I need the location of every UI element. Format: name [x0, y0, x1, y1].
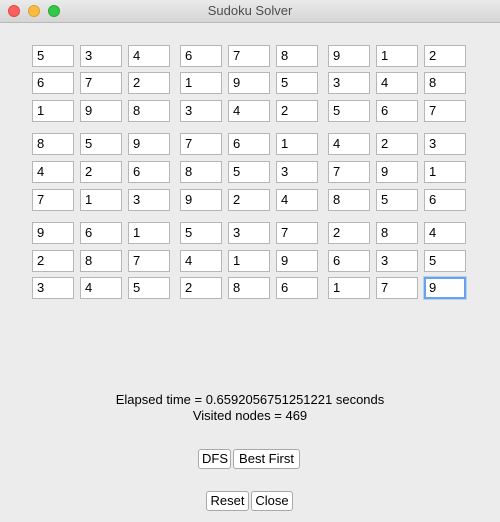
sudoku-cell-r7-c3[interactable]: 1 [128, 222, 170, 244]
sudoku-cell-r2-c3[interactable]: 2 [128, 72, 170, 94]
sudoku-cell-r2-c8[interactable]: 4 [376, 72, 418, 94]
close-button[interactable]: Close [251, 491, 293, 511]
sudoku-cell-r9-c1[interactable]: 3 [32, 277, 74, 299]
sudoku-cell-r6-c7[interactable]: 8 [328, 189, 370, 211]
sudoku-cell-r8-c1[interactable]: 2 [32, 250, 74, 272]
window-title: Sudoku Solver [207, 3, 293, 18]
sudoku-cell-r5-c8[interactable]: 9 [376, 161, 418, 183]
sudoku-cell-r6-c2[interactable]: 1 [80, 189, 122, 211]
sudoku-cell-r3-c3[interactable]: 8 [128, 100, 170, 122]
sudoku-cell-r3-c7[interactable]: 5 [328, 100, 370, 122]
sudoku-cell-r5-c3[interactable]: 6 [128, 161, 170, 183]
sudoku-cell-r4-c1[interactable]: 8 [32, 133, 74, 155]
sudoku-cell-r9-c4[interactable]: 2 [180, 277, 222, 299]
sudoku-cell-r9-c2[interactable]: 4 [80, 277, 122, 299]
sudoku-cell-r8-c6[interactable]: 9 [276, 250, 318, 272]
sudoku-cell-r8-c9[interactable]: 5 [424, 250, 466, 272]
sudoku-cell-r2-c9[interactable]: 8 [424, 72, 466, 94]
sudoku-cell-r6-c1[interactable]: 7 [32, 189, 74, 211]
sudoku-cell-r9-c6[interactable]: 6 [276, 277, 318, 299]
sudoku-cell-r3-c5[interactable]: 4 [228, 100, 270, 122]
sudoku-cell-r4-c7[interactable]: 4 [328, 133, 370, 155]
sudoku-cell-r4-c4[interactable]: 7 [180, 133, 222, 155]
sudoku-cell-r9-c9[interactable]: 9 [424, 277, 466, 299]
sudoku-cell-r3-c1[interactable]: 1 [32, 100, 74, 122]
sudoku-cell-r3-c6[interactable]: 2 [276, 100, 318, 122]
sudoku-cell-r7-c1[interactable]: 9 [32, 222, 74, 244]
sudoku-cell-r5-c9[interactable]: 1 [424, 161, 466, 183]
sudoku-cell-r4-c3[interactable]: 9 [128, 133, 170, 155]
sudoku-cell-r2-c1[interactable]: 6 [32, 72, 74, 94]
sudoku-cell-r7-c6[interactable]: 7 [276, 222, 318, 244]
sudoku-cell-r5-c5[interactable]: 5 [228, 161, 270, 183]
sudoku-cell-r4-c2[interactable]: 5 [80, 133, 122, 155]
sudoku-cell-r7-c8[interactable]: 8 [376, 222, 418, 244]
sudoku-cell-r8-c8[interactable]: 3 [376, 250, 418, 272]
sudoku-cell-r7-c2[interactable]: 6 [80, 222, 122, 244]
title-bar: Sudoku Solver [0, 0, 500, 23]
sudoku-cell-r6-c5[interactable]: 2 [228, 189, 270, 211]
elapsed-time-label: Elapsed time = 0.6592056751251221 second… [115, 392, 385, 407]
sudoku-cell-r1-c8[interactable]: 1 [376, 45, 418, 67]
sudoku-cell-r7-c5[interactable]: 3 [228, 222, 270, 244]
sudoku-cell-r5-c2[interactable]: 2 [80, 161, 122, 183]
reset-button[interactable]: Reset [206, 491, 249, 511]
sudoku-cell-r5-c7[interactable]: 7 [328, 161, 370, 183]
sudoku-cell-r5-c6[interactable]: 3 [276, 161, 318, 183]
sudoku-cell-r9-c8[interactable]: 7 [376, 277, 418, 299]
sudoku-cell-r8-c2[interactable]: 8 [80, 250, 122, 272]
sudoku-cell-r6-c8[interactable]: 5 [376, 189, 418, 211]
sudoku-cell-r8-c7[interactable]: 6 [328, 250, 370, 272]
sudoku-cell-r6-c9[interactable]: 6 [424, 189, 466, 211]
sudoku-cell-r8-c5[interactable]: 1 [228, 250, 270, 272]
sudoku-cell-r3-c4[interactable]: 3 [180, 100, 222, 122]
sudoku-cell-r1-c6[interactable]: 8 [276, 45, 318, 67]
sudoku-cell-r1-c9[interactable]: 2 [424, 45, 466, 67]
sudoku-cell-r1-c4[interactable]: 6 [180, 45, 222, 67]
sudoku-cell-r5-c4[interactable]: 8 [180, 161, 222, 183]
sudoku-cell-r7-c4[interactable]: 5 [180, 222, 222, 244]
best-first-button[interactable]: Best First [233, 449, 300, 469]
dfs-button[interactable]: DFS [198, 449, 231, 469]
sudoku-cell-r3-c2[interactable]: 9 [80, 100, 122, 122]
sudoku-cell-r8-c3[interactable]: 7 [128, 250, 170, 272]
sudoku-cell-r3-c8[interactable]: 6 [376, 100, 418, 122]
sudoku-cell-r9-c7[interactable]: 1 [328, 277, 370, 299]
sudoku-cell-r2-c7[interactable]: 3 [328, 72, 370, 94]
sudoku-cell-r3-c9[interactable]: 7 [424, 100, 466, 122]
sudoku-cell-r6-c6[interactable]: 4 [276, 189, 318, 211]
sudoku-cell-r9-c5[interactable]: 8 [228, 277, 270, 299]
sudoku-cell-r7-c7[interactable]: 2 [328, 222, 370, 244]
sudoku-cell-r1-c7[interactable]: 9 [328, 45, 370, 67]
sudoku-cell-r2-c2[interactable]: 7 [80, 72, 122, 94]
sudoku-cell-r4-c6[interactable]: 1 [276, 133, 318, 155]
sudoku-cell-r4-c9[interactable]: 3 [424, 133, 466, 155]
visited-nodes-label: Visited nodes = 469 [192, 408, 308, 423]
sudoku-cell-r9-c3[interactable]: 5 [128, 277, 170, 299]
sudoku-cell-r4-c8[interactable]: 2 [376, 133, 418, 155]
sudoku-cell-r6-c4[interactable]: 9 [180, 189, 222, 211]
sudoku-cell-r1-c1[interactable]: 5 [32, 45, 74, 67]
sudoku-cell-r1-c2[interactable]: 3 [80, 45, 122, 67]
sudoku-cell-r1-c5[interactable]: 7 [228, 45, 270, 67]
sudoku-cell-r5-c1[interactable]: 4 [32, 161, 74, 183]
sudoku-cell-r2-c4[interactable]: 1 [180, 72, 222, 94]
sudoku-cell-r1-c3[interactable]: 4 [128, 45, 170, 67]
sudoku-cell-r2-c6[interactable]: 5 [276, 72, 318, 94]
sudoku-cell-r7-c9[interactable]: 4 [424, 222, 466, 244]
sudoku-cell-r6-c3[interactable]: 3 [128, 189, 170, 211]
sudoku-cell-r2-c5[interactable]: 9 [228, 72, 270, 94]
sudoku-cell-r4-c5[interactable]: 6 [228, 133, 270, 155]
sudoku-cell-r8-c4[interactable]: 4 [180, 250, 222, 272]
